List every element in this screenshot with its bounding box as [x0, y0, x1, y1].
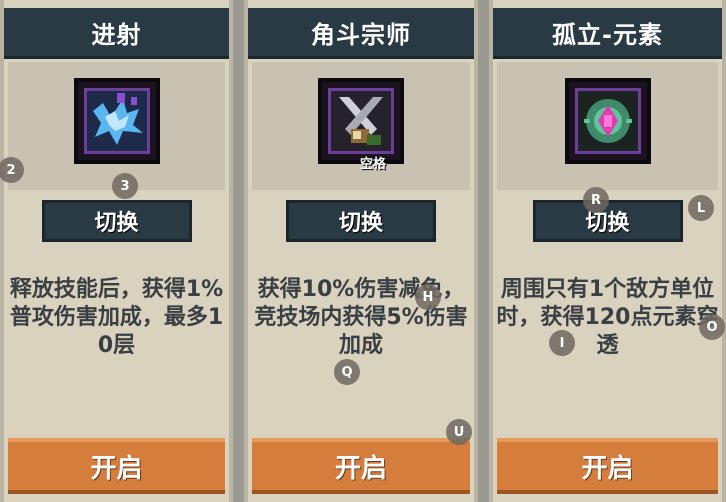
open-button[interactable]: 开启	[252, 438, 470, 494]
hint-badge: 3	[112, 173, 138, 199]
card-title: 进射	[4, 8, 229, 59]
open-button[interactable]: 开启	[497, 438, 718, 494]
icon-panel	[8, 62, 225, 190]
hint-badge: U	[446, 419, 472, 445]
hint-badge: I	[549, 330, 575, 356]
open-button[interactable]: 开启	[8, 438, 225, 494]
switch-button[interactable]: 切换	[41, 200, 192, 242]
switch-button[interactable]: 切换	[286, 200, 436, 242]
hint-badge: H	[415, 284, 441, 310]
switch-button[interactable]: 切换	[532, 200, 683, 242]
hint-badge: O	[699, 314, 725, 340]
talent-description: 周围只有1个敌方单位时，获得120点元素穿透	[496, 277, 719, 358]
talent-card-3: 孤立-元素 切换 周围只有1个敌方单位时，获得120点元素穿透 开启	[489, 0, 726, 502]
hint-badge: Q	[334, 359, 360, 385]
hotkey-label: 空格	[360, 157, 387, 172]
talent-description: 释放技能后，获得1%普攻伤害加成，最多10层	[9, 277, 224, 358]
magenta-gem-icon	[564, 78, 651, 164]
talent-card-1: 进射 切换 释放技能后，获得1%普攻伤害加成，最多10层 开启	[0, 0, 233, 502]
card-title: 角斗宗师	[248, 8, 474, 59]
blue-burst-icon	[73, 78, 160, 164]
icon-panel: 空格	[252, 62, 470, 190]
card-title: 孤立-元素	[493, 8, 722, 59]
crossed-swords-icon	[318, 78, 404, 164]
talent-card-2: 角斗宗师 空格 切换 获得10%伤害减免，竞技场内获得5%伤害加成 开启	[244, 0, 478, 502]
hint-badge: R	[583, 187, 609, 213]
talent-description: 获得10%伤害减免，竞技场内获得5%伤害加成	[254, 277, 468, 358]
hint-badge: L	[688, 195, 714, 221]
icon-panel	[497, 62, 718, 190]
